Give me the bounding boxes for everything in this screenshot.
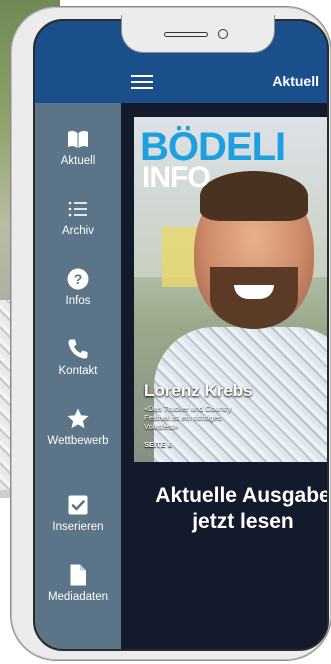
app-screen: Aktuell Aktuell Archiv ? Infos Kontakt W… bbox=[33, 19, 329, 651]
caption-line-1: Aktuelle Ausgabe bbox=[155, 484, 329, 507]
checkbox-icon bbox=[68, 495, 88, 515]
camera-icon bbox=[218, 29, 228, 39]
cover-page: SEITE 6 bbox=[144, 440, 172, 449]
sidebar-item-infos[interactable]: ? Infos bbox=[35, 267, 121, 308]
sidebar: Aktuell Archiv ? Infos Kontakt Wettbewer… bbox=[35, 103, 121, 649]
sidebar-item-inserieren[interactable]: Inserieren bbox=[35, 493, 121, 534]
phone-icon bbox=[68, 339, 88, 359]
svg-text:?: ? bbox=[74, 271, 83, 287]
sidebar-item-archiv[interactable]: Archiv bbox=[35, 197, 121, 238]
menu-icon[interactable] bbox=[131, 75, 153, 91]
star-icon bbox=[67, 408, 89, 429]
header-title: Aktuell bbox=[272, 73, 319, 89]
cover-hair bbox=[200, 171, 308, 221]
phone-frame: Aktuell Aktuell Archiv ? Infos Kontakt W… bbox=[10, 6, 331, 661]
magazine-cover[interactable]: BÖDELI INFO Lorenz Krebs «Das Trucker un… bbox=[134, 117, 327, 462]
speaker-icon bbox=[164, 32, 208, 37]
sidebar-item-aktuell[interactable]: Aktuell bbox=[35, 127, 121, 168]
issue-caption[interactable]: Aktuelle Ausgabe jetzt lesen bbox=[121, 483, 329, 535]
sidebar-item-label: Archiv bbox=[62, 225, 94, 237]
cover-quote: «Das Trucker und Country Festival ist ei… bbox=[144, 404, 232, 431]
sidebar-item-label: Aktuell bbox=[60, 155, 96, 167]
sidebar-item-label: Infos bbox=[65, 295, 91, 307]
cover-title-bottom: INFO bbox=[142, 161, 211, 194]
sidebar-item-wettbewerb[interactable]: Wettbewerb bbox=[35, 407, 121, 448]
phone-notch bbox=[121, 15, 275, 53]
book-open-icon bbox=[68, 130, 88, 148]
sidebar-item-label: Inserieren bbox=[52, 521, 104, 533]
sidebar-item-label: Mediadaten bbox=[47, 591, 109, 603]
main-content: BÖDELI INFO Lorenz Krebs «Das Trucker un… bbox=[121, 103, 329, 649]
document-icon bbox=[70, 564, 86, 586]
caption-line-2: jetzt lesen bbox=[192, 510, 294, 533]
sidebar-item-kontakt[interactable]: Kontakt bbox=[35, 337, 121, 378]
question-circle-icon: ? bbox=[67, 268, 89, 290]
list-icon bbox=[68, 201, 87, 217]
cover-name: Lorenz Krebs bbox=[144, 381, 253, 400]
sidebar-item-label: Wettbewerb bbox=[47, 435, 109, 447]
sidebar-item-mediadaten[interactable]: Mediadaten bbox=[35, 563, 121, 604]
sidebar-item-label: Kontakt bbox=[58, 365, 98, 377]
